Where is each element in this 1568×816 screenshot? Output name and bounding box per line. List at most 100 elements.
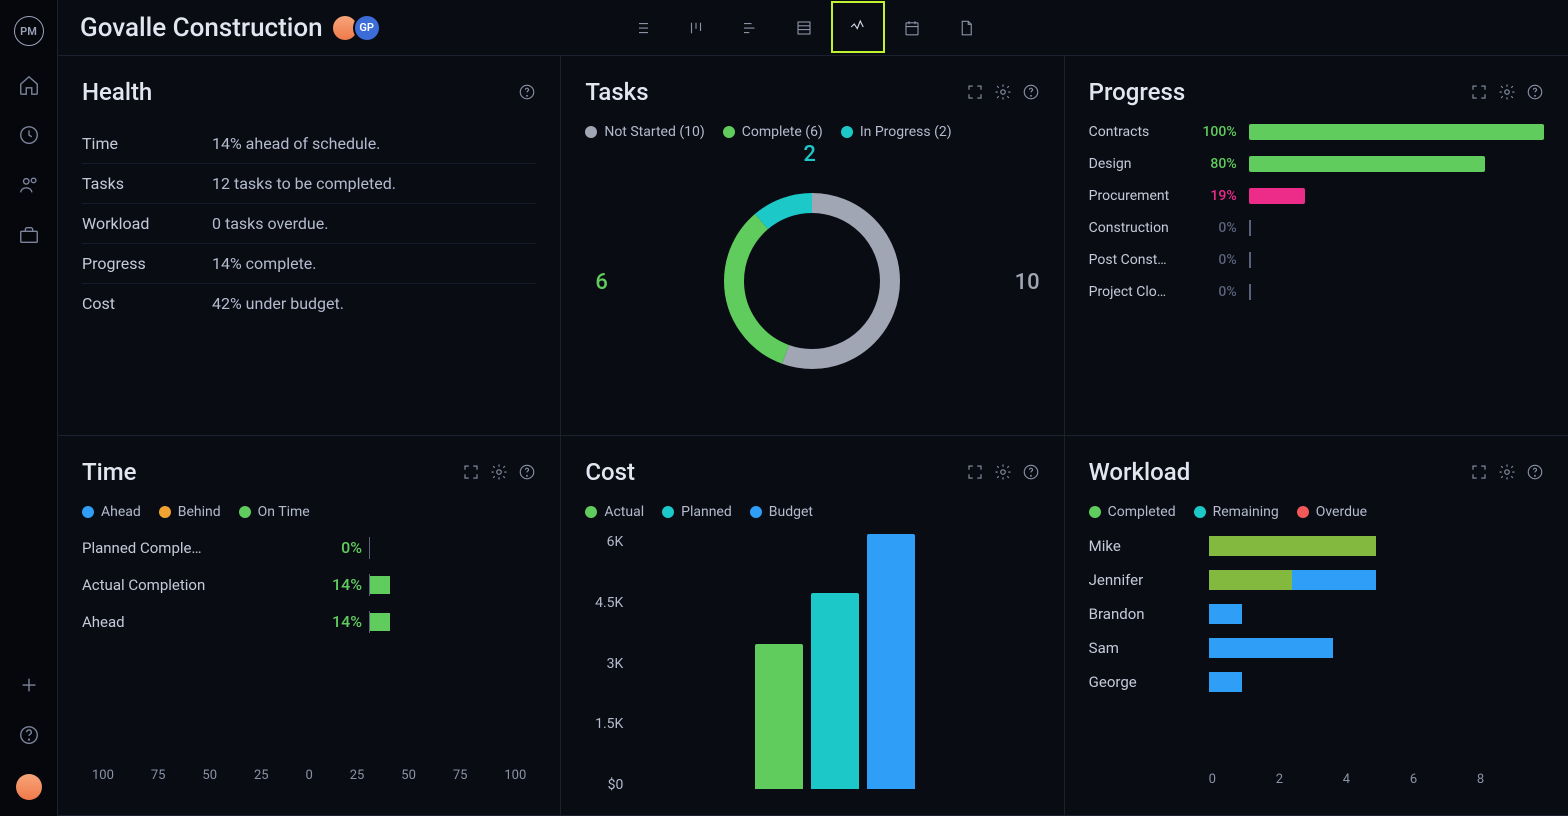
expand-icon[interactable] (966, 83, 984, 101)
health-row: Progress14% complete. (82, 244, 536, 284)
legend-dot (1297, 506, 1309, 518)
legend-item: Overdue (1297, 504, 1367, 520)
workload-row: Sam (1089, 638, 1544, 658)
legend-item: Ahead (82, 504, 141, 520)
help-icon[interactable] (1526, 83, 1544, 101)
legend-item: Planned (662, 504, 732, 520)
team-icon[interactable] (18, 174, 40, 196)
workload-row: George (1089, 672, 1544, 692)
expand-icon[interactable] (1470, 463, 1488, 481)
progress-label: Procurement (1089, 188, 1183, 204)
panel-progress: Progress Contracts100%Design80%Procureme… (1065, 56, 1568, 436)
view-gantt-icon[interactable] (723, 1, 777, 55)
legend-label: Ahead (101, 504, 141, 520)
donut-label-complete: 6 (595, 270, 608, 295)
progress-row: Construction0% (1089, 220, 1544, 236)
axis-tick: 0 (1209, 772, 1276, 787)
user-avatar[interactable] (16, 774, 42, 800)
panel-title: Tasks (585, 78, 648, 106)
axis-tick: 4 (1343, 772, 1410, 787)
help-icon[interactable] (518, 463, 536, 481)
health-label: Cost (82, 294, 212, 313)
workload-seg (1209, 672, 1243, 692)
view-board-icon[interactable] (669, 1, 723, 55)
help-icon[interactable] (518, 83, 536, 101)
gear-icon[interactable] (1498, 83, 1516, 101)
view-file-icon[interactable] (939, 1, 993, 55)
health-row: Cost42% under budget. (82, 284, 536, 323)
help-icon[interactable] (18, 724, 40, 746)
axis-tick: $0 (585, 777, 623, 793)
workload-seg (1292, 570, 1376, 590)
help-icon[interactable] (1022, 83, 1040, 101)
gear-icon[interactable] (490, 463, 508, 481)
time-row: Actual Completion14% (82, 575, 536, 594)
progress-bar (1249, 156, 1544, 172)
axis-tick: 25 (350, 768, 365, 783)
view-sheet-icon[interactable] (777, 1, 831, 55)
view-list-icon[interactable] (615, 1, 669, 55)
time-row: Planned Comple…0% (82, 538, 536, 557)
axis-tick: 100 (504, 768, 526, 783)
view-calendar-icon[interactable] (885, 1, 939, 55)
health-value: 14% complete. (212, 254, 317, 273)
axis-tick: 25 (254, 768, 269, 783)
home-icon[interactable] (18, 74, 40, 96)
progress-label: Post Const… (1089, 252, 1183, 268)
briefcase-icon[interactable] (18, 224, 40, 246)
app-logo-text: PM (20, 25, 37, 38)
health-label: Tasks (82, 174, 212, 193)
progress-pct: 0% (1195, 252, 1237, 268)
workload-label: Sam (1089, 639, 1209, 657)
help-icon[interactable] (1022, 463, 1040, 481)
workload-seg (1209, 570, 1293, 590)
progress-row: Post Const… 0% (1089, 252, 1544, 268)
legend-dot (841, 126, 853, 138)
time-label: Planned Comple… (82, 539, 312, 557)
legend-item: Completed (1089, 504, 1176, 520)
health-row: Workload0 tasks overdue. (82, 204, 536, 244)
panel-title: Progress (1089, 78, 1186, 106)
time-pct: 0% (312, 538, 362, 557)
expand-icon[interactable] (1470, 83, 1488, 101)
progress-bar (1249, 220, 1544, 236)
axis-tick: 1.5K (585, 716, 623, 732)
axis-tick: 6 (1410, 772, 1477, 787)
legend-dot (82, 506, 94, 518)
project-members[interactable]: GP (337, 14, 381, 42)
topbar: Govalle Construction GP (58, 0, 1568, 56)
help-icon[interactable] (1526, 463, 1544, 481)
legend-item: Actual (585, 504, 644, 520)
gear-icon[interactable] (994, 463, 1012, 481)
avatar-initials: GP (353, 14, 381, 42)
legend-label: Budget (769, 504, 813, 520)
progress-row: Procurement19% (1089, 188, 1544, 204)
legend-dot (239, 506, 251, 518)
health-label: Time (82, 134, 212, 153)
panel-title: Cost (585, 458, 635, 486)
progress-label: Construction (1089, 220, 1183, 236)
panel-title: Time (82, 458, 137, 486)
gear-icon[interactable] (994, 83, 1012, 101)
expand-icon[interactable] (462, 463, 480, 481)
nav-rail: PM (0, 0, 58, 816)
cost-bar (867, 534, 915, 789)
workload-bar (1209, 672, 1544, 692)
add-icon[interactable] (18, 674, 40, 696)
legend-item: Remaining (1194, 504, 1279, 520)
workload-seg (1209, 638, 1333, 658)
clock-icon[interactable] (18, 124, 40, 146)
progress-bar (1249, 284, 1544, 300)
panel-title: Health (82, 78, 152, 106)
view-dashboard-icon[interactable] (831, 1, 885, 53)
legend-label: Completed (1108, 504, 1176, 520)
app-logo[interactable]: PM (14, 16, 44, 46)
time-row: Ahead14% (82, 612, 536, 631)
project-title: Govalle Construction (80, 13, 323, 43)
legend-dot (662, 506, 674, 518)
workload-bar (1209, 638, 1544, 658)
progress-row: Design80% (1089, 156, 1544, 172)
panel-health: Health Time14% ahead of schedule.Tasks12… (58, 56, 561, 436)
expand-icon[interactable] (966, 463, 984, 481)
gear-icon[interactable] (1498, 463, 1516, 481)
